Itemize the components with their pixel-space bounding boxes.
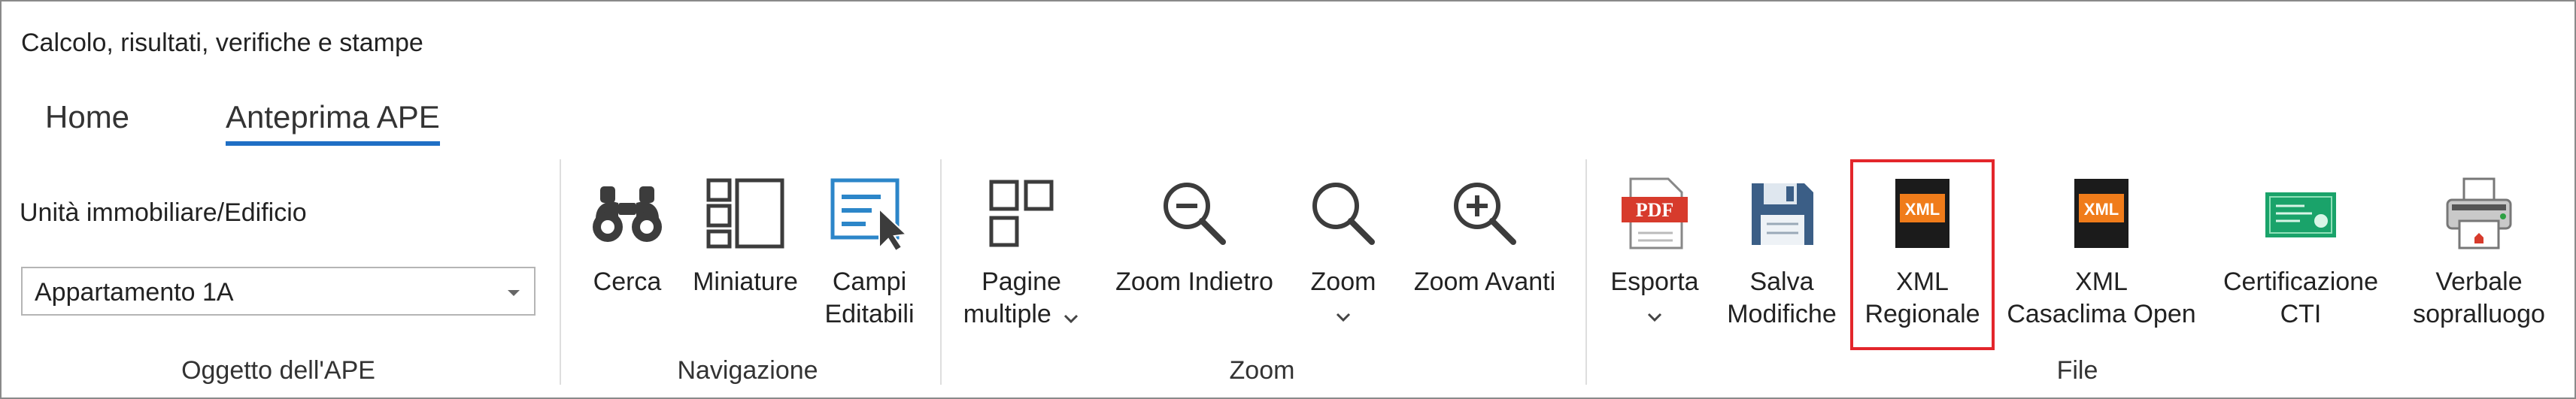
verbale-sopralluogo-label-line2: sopralluogo [2413, 300, 2545, 328]
xml-casaclima-label-line2: Casaclima Open [2007, 300, 2196, 328]
chevron-down-icon [505, 288, 522, 302]
verbale-sopralluogo-label: Verbale sopralluogo [2404, 266, 2554, 331]
floppy-save-icon [1744, 176, 1819, 255]
miniature-label: Miniature [693, 268, 798, 296]
certificazione-cti-label-line1: Certificazione [2223, 268, 2378, 296]
zoom-avanti-button[interactable]: Zoom Avanti [1402, 159, 1567, 347]
unita-select-value: Appartamento 1A [35, 278, 234, 307]
xml-icon: XML [1885, 176, 1960, 255]
svg-text:XML: XML [1905, 200, 1940, 219]
cerca-button[interactable]: Cerca [581, 159, 674, 347]
salva-modifiche-button[interactable]: Salva Modifiche [1719, 159, 1844, 347]
zoom-avanti-label: Zoom Avanti [1413, 268, 1556, 296]
window-title: Calcolo, risultati, verifiche e stampe [21, 29, 423, 57]
group-label-oggetto: Oggetto dell'APE [181, 356, 375, 385]
pagine-multiple-button[interactable]: Pagine multiple [954, 159, 1089, 347]
xml-regionale-label-line2: Regionale [1864, 300, 1980, 328]
chevron-down-icon [1298, 298, 1388, 331]
campi-editabili-label-line1: Campi [832, 268, 907, 296]
cerca-label: Cerca [593, 268, 662, 296]
xml-regionale-label-line1: XML [1896, 268, 1949, 296]
group-divider [940, 159, 942, 385]
pagine-multiple-label-line2: multiple [954, 298, 1089, 332]
zoom-label-line1: Zoom [1310, 268, 1376, 296]
tab-home[interactable]: Home [45, 99, 129, 135]
pdf-export-icon: PDF [1617, 176, 1692, 255]
esporta-label-line1: Esporta [1610, 268, 1699, 296]
group-label-navigazione: Navigazione [677, 356, 818, 385]
group-label-file: File [2056, 356, 2098, 385]
miniature-button[interactable]: Miniature [681, 159, 809, 347]
campi-editabili-label: Campi Editabili [817, 266, 922, 331]
pagine-multiple-label: Pagine multiple [954, 266, 1089, 332]
pagine-multiple-label-line1: Pagine [982, 268, 1061, 296]
salva-modifiche-label-line2: Modifiche [1727, 300, 1837, 328]
zoom-button[interactable]: Zoom [1298, 159, 1388, 347]
xml-icon: XML [2064, 176, 2139, 255]
chevron-down-icon [1063, 300, 1079, 332]
xml-casaclima-button[interactable]: XML XML Casaclima Open [2002, 159, 2201, 347]
group-label-zoom: Zoom [1229, 356, 1295, 385]
esporta-label: Esporta [1596, 266, 1713, 331]
binoculars-icon [590, 176, 665, 255]
chevron-down-icon [1596, 298, 1713, 331]
ribbon: Unità immobiliare/Edificio Appartamento … [2, 159, 2574, 397]
group-divider [560, 159, 561, 385]
verbale-sopralluogo-label-line1: Verbale [2435, 268, 2523, 296]
zoom-label: Zoom [1298, 266, 1388, 331]
multiple-pages-icon [984, 176, 1059, 255]
group-divider [1585, 159, 1587, 385]
zoom-out-icon [1157, 176, 1232, 255]
tab-anteprima-ape[interactable]: Anteprima APE [226, 99, 440, 146]
certificazione-cti-label: Certificazione CTI [2210, 266, 2392, 331]
xml-casaclima-label: XML Casaclima Open [2002, 266, 2201, 331]
certificate-icon [2259, 176, 2342, 255]
thumbnails-icon [704, 176, 787, 255]
campi-editabili-label-line2: Editabili [824, 300, 915, 328]
certificazione-cti-button[interactable]: Certificazione CTI [2210, 159, 2392, 347]
esporta-button[interactable]: PDF Esporta [1596, 159, 1713, 347]
zoom-in-icon [1447, 176, 1522, 255]
verbale-sopralluogo-button[interactable]: Verbale sopralluogo [2404, 159, 2554, 347]
zoom-indietro-button[interactable]: Zoom Indietro [1104, 159, 1285, 347]
campi-editabili-button[interactable]: Campi Editabili [817, 159, 922, 347]
ribbon-window: Calcolo, risultati, verifiche e stampe H… [0, 0, 2576, 399]
certificazione-cti-label-line2: CTI [2280, 300, 2322, 328]
salva-modifiche-label-line1: Salva [1749, 268, 1814, 296]
zoom-icon [1306, 176, 1381, 255]
editable-fields-icon [828, 176, 911, 255]
field-label-unita: Unità immobiliare/Edificio [20, 198, 307, 227]
printer-icon [2441, 176, 2517, 255]
zoom-indietro-label: Zoom Indietro [1115, 268, 1273, 296]
xml-casaclima-label-line1: XML [2075, 268, 2128, 296]
svg-text:PDF: PDF [1636, 199, 1674, 221]
unita-select[interactable]: Appartamento 1A [21, 267, 536, 316]
svg-text:XML: XML [2084, 200, 2119, 219]
salva-modifiche-label: Salva Modifiche [1719, 266, 1844, 331]
xml-regionale-button[interactable]: XML XML Regionale [1853, 159, 1992, 347]
xml-regionale-label: XML Regionale [1853, 266, 1992, 331]
